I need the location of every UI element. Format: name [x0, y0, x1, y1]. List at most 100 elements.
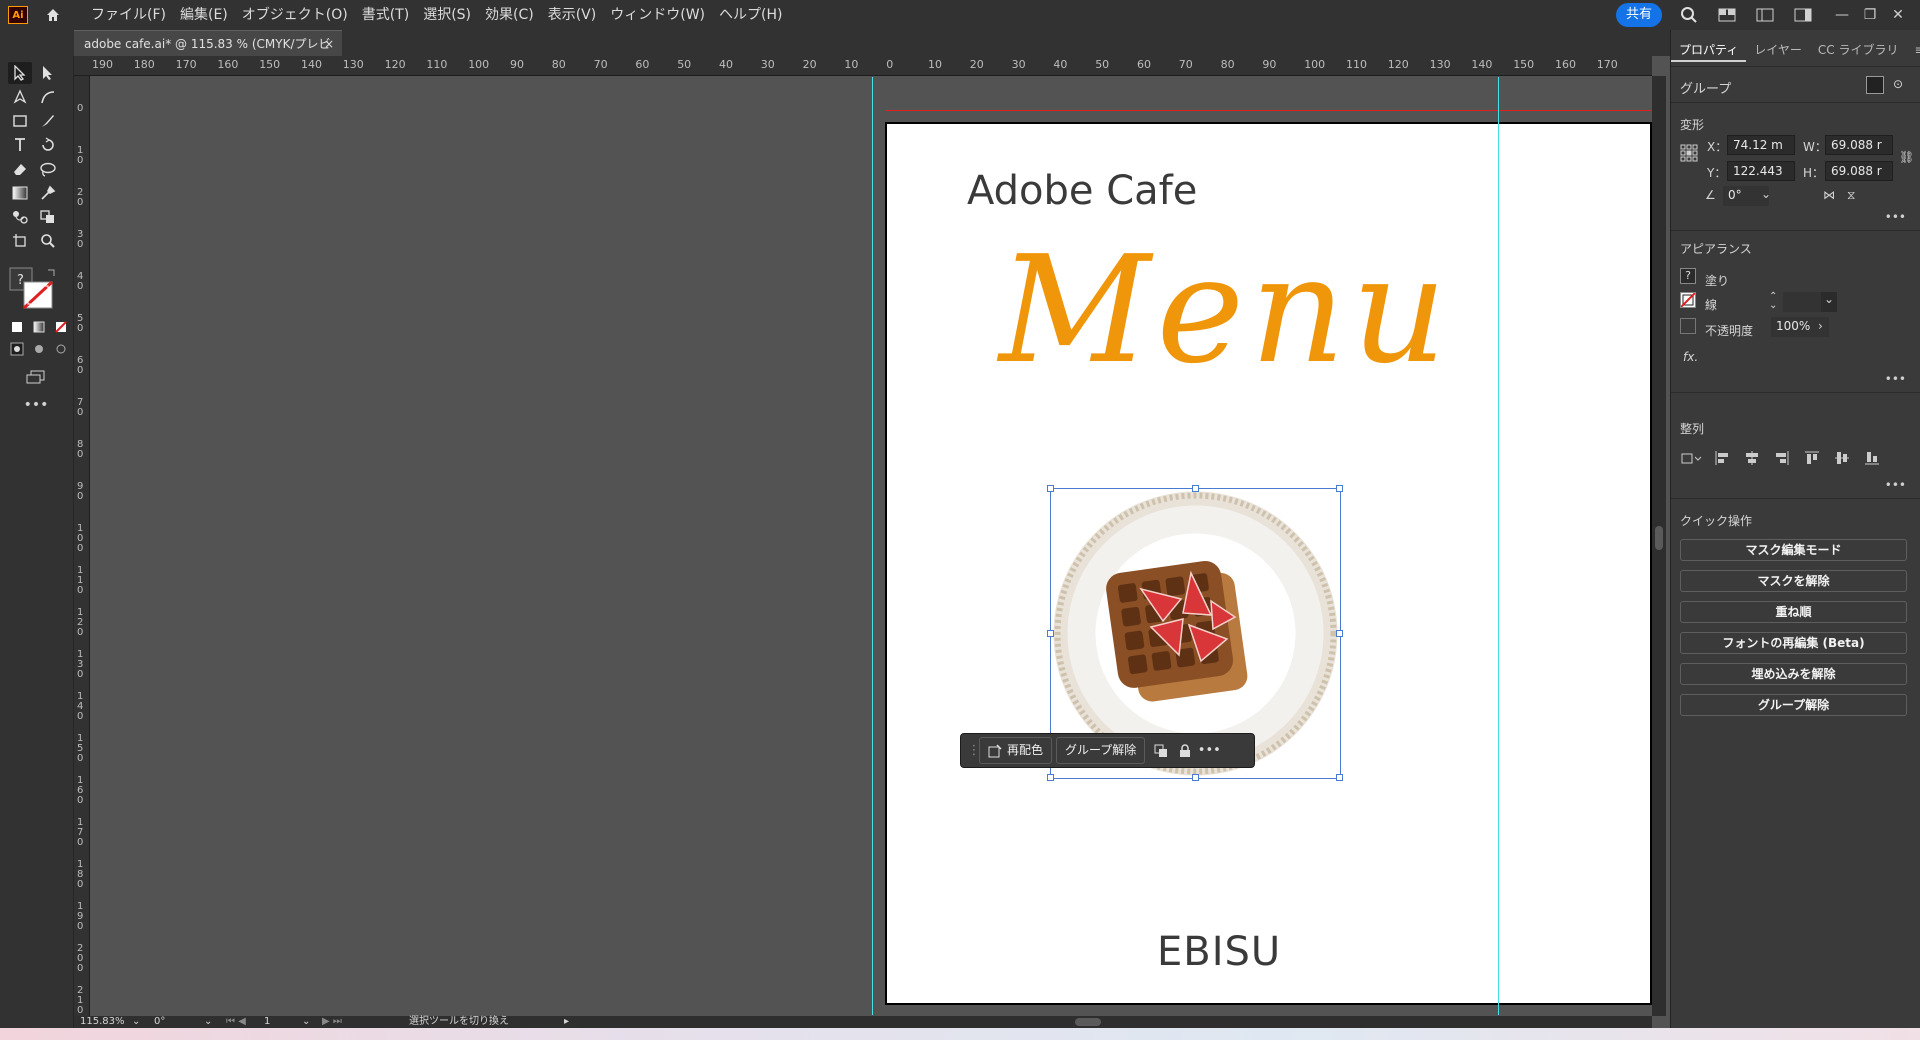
align-left-icon[interactable]	[1710, 448, 1734, 468]
fx-button[interactable]: fx.	[1683, 350, 1698, 364]
tab-cc-libraries[interactable]: CC ライブラリ	[1810, 40, 1907, 62]
selection-handle-bl[interactable]	[1047, 774, 1054, 781]
selection-tool-icon[interactable]	[8, 62, 32, 84]
vertical-scroll-thumb[interactable]	[1655, 526, 1663, 550]
tab-layers[interactable]: レイヤー	[1746, 40, 1810, 62]
curvature-tool-icon[interactable]	[36, 86, 60, 108]
artboard-tool-icon[interactable]	[8, 230, 32, 252]
menu-window[interactable]: ウィンドウ(W)	[603, 0, 712, 30]
draw-behind-icon[interactable]	[30, 338, 48, 360]
status-menu-icon[interactable]: ▸	[564, 1016, 569, 1028]
eyedropper-tool-icon[interactable]	[36, 182, 60, 204]
gradient-mode-icon[interactable]	[30, 316, 48, 338]
tab-properties[interactable]: プロパティ	[1671, 40, 1747, 62]
recolor-button[interactable]: 再配色	[979, 737, 1053, 764]
direct-selection-tool-icon[interactable]	[36, 62, 60, 84]
none-mode-icon[interactable]	[52, 316, 70, 338]
constrain-proportions-icon[interactable]: ⛓	[1899, 150, 1914, 164]
reference-point-icon[interactable]	[1680, 144, 1698, 165]
stroke-swatch-icon[interactable]	[1680, 292, 1696, 308]
artboard-dropdown-icon[interactable]: ⌄	[302, 1016, 310, 1028]
stroke-weight-stepper-icon[interactable]: ⌃ ⌄	[1769, 292, 1777, 311]
ungroup-button[interactable]: グループ解除	[1056, 737, 1146, 764]
menu-script-text[interactable]: Menu	[999, 224, 1453, 396]
guide-left[interactable]	[872, 77, 873, 1015]
selection-handle-ml[interactable]	[1047, 630, 1054, 637]
arrange-documents-icon[interactable]	[1752, 3, 1778, 27]
search-icon[interactable]	[1676, 3, 1702, 27]
document-tab[interactable]: adobe cafe.ai* @ 115.83 % (CMYK/プレビュー) ×	[74, 30, 342, 77]
mask-edit-mode-button[interactable]: マスク編集モード	[1680, 539, 1907, 561]
location-text[interactable]: EBISU	[1157, 929, 1281, 975]
menu-edit[interactable]: 編集(E)	[173, 0, 235, 30]
align-bottom-icon[interactable]	[1860, 448, 1884, 468]
selection-handle-tl[interactable]	[1047, 485, 1054, 492]
fill-swatch-icon[interactable]: ?	[8, 266, 60, 310]
flip-vertical-icon[interactable]: ⧖	[1847, 188, 1855, 203]
edit-toolbar-icon[interactable]: •••	[24, 394, 49, 416]
align-more-icon[interactable]: •••	[1885, 478, 1906, 492]
gradient-tool-icon[interactable]	[8, 182, 32, 204]
angle-dropdown-icon[interactable]: ⌄	[1761, 187, 1771, 201]
workspace-layout-icon[interactable]	[1714, 3, 1740, 27]
rotation-value[interactable]: 0°	[154, 1016, 165, 1028]
panel-menu-icon[interactable]: ≡	[1907, 40, 1920, 62]
share-button[interactable]: 共有	[1615, 3, 1662, 27]
minimize-icon[interactable]: —	[1828, 7, 1856, 23]
menu-help[interactable]: ヘルプ(H)	[712, 0, 789, 30]
x-field[interactable]: 74.12 m	[1727, 135, 1795, 155]
shape-builder-tool-icon[interactable]	[36, 206, 60, 228]
zoom-dropdown-icon[interactable]: ⌄	[132, 1016, 140, 1028]
menu-file[interactable]: ファイル(F)	[84, 0, 173, 30]
screen-mode-icon[interactable]	[24, 366, 48, 388]
restore-icon[interactable]: ❐	[1856, 7, 1884, 23]
blend-tool-icon[interactable]	[8, 206, 32, 228]
type-tool-icon[interactable]	[8, 134, 32, 156]
drag-handle-icon[interactable]: ⋮	[968, 737, 981, 764]
menu-effect[interactable]: 効果(C)	[478, 0, 541, 30]
stroke-weight-field[interactable]	[1783, 292, 1825, 312]
paintbrush-tool-icon[interactable]	[36, 110, 60, 132]
rotation-dropdown-icon[interactable]: ⌄	[204, 1016, 212, 1028]
ungroup-panel-button[interactable]: グループ解除	[1680, 694, 1907, 716]
arrange-button[interactable]: 重ね順	[1680, 601, 1907, 623]
more-options-icon[interactable]: •••	[1197, 737, 1221, 764]
horizontal-scroll-thumb[interactable]	[1075, 1018, 1101, 1026]
rectangle-tool-icon[interactable]	[8, 110, 32, 132]
selection-handle-mr[interactable]	[1336, 630, 1343, 637]
align-to-icon[interactable]	[1680, 448, 1704, 468]
h-field[interactable]: 69.088 r	[1825, 161, 1893, 181]
fill-swatch-icon[interactable]: ?	[1680, 268, 1696, 284]
menu-view[interactable]: 表示(V)	[541, 0, 604, 30]
vertical-scrollbar[interactable]	[1652, 76, 1666, 1016]
menu-select[interactable]: 選択(S)	[416, 0, 478, 30]
menu-type[interactable]: 書式(T)	[355, 0, 416, 30]
selection-handle-tr[interactable]	[1336, 485, 1343, 492]
zoom-tool-icon[interactable]	[36, 230, 60, 252]
flip-horizontal-icon[interactable]: ⋈	[1823, 188, 1835, 202]
selection-handle-tc[interactable]	[1192, 485, 1199, 492]
lasso-tool-icon[interactable]	[36, 158, 60, 180]
unembed-button[interactable]: 埋め込みを解除	[1680, 663, 1907, 685]
canvas[interactable]: Adobe Cafe Menu EBISU	[90, 77, 1652, 1015]
selection-handle-bc[interactable]	[1192, 774, 1199, 781]
align-vcenter-icon[interactable]	[1830, 448, 1854, 468]
pen-tool-icon[interactable]	[8, 86, 32, 108]
artboard-number[interactable]: 1	[264, 1016, 270, 1028]
release-mask-button[interactable]: マスクを解除	[1680, 570, 1907, 592]
target-icon[interactable]: ⊙	[1893, 77, 1903, 91]
draw-normal-icon[interactable]	[8, 338, 26, 360]
stroke-weight-dropdown-icon[interactable]: ⌄	[1821, 292, 1837, 312]
horizontal-scrollbar[interactable]	[580, 1016, 1652, 1028]
home-icon[interactable]	[38, 0, 68, 30]
cafe-title[interactable]: Adobe Cafe	[967, 168, 1197, 214]
opacity-chevron-icon[interactable]: ›	[1818, 319, 1823, 333]
align-hcenter-icon[interactable]	[1740, 448, 1764, 468]
zoom-level[interactable]: 115.83%	[80, 1016, 125, 1028]
transform-more-icon[interactable]: •••	[1885, 210, 1906, 224]
fill-color-mode-icon[interactable]	[8, 316, 26, 338]
selection-handle-br[interactable]	[1336, 774, 1343, 781]
draw-inside-icon[interactable]	[52, 338, 70, 360]
guide-right[interactable]	[1498, 77, 1499, 1015]
eraser-tool-icon[interactable]	[8, 158, 32, 180]
